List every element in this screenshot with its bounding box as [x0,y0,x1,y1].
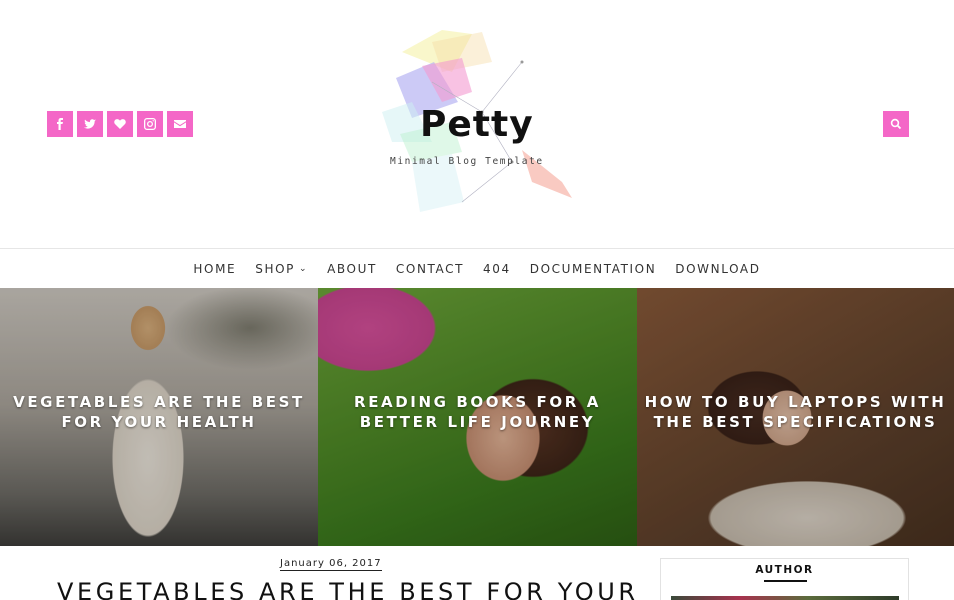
widget-title-underline [764,580,807,582]
nav-item-shop[interactable]: SHOP ⌄ [255,262,308,276]
nav-item-home[interactable]: HOME [193,262,236,276]
nav-item-label: DOCUMENTATION [529,261,657,276]
site-logo[interactable]: Petty Minimal Blog Template [372,22,582,222]
nav-item-label: ABOUT [327,261,377,276]
chevron-down-icon: ⌄ [298,263,309,274]
nav-item-404[interactable]: 404 [483,262,511,276]
envelope-icon[interactable] [167,111,193,137]
instagram-icon[interactable] [137,111,163,137]
nav-item-label: HOME [193,261,237,276]
featured-slide[interactable]: HOW TO BUY LAPTOPS WITH THE BEST SPECIFI… [637,288,954,546]
nav-item-label: DOWNLOAD [675,261,761,276]
twitter-icon[interactable] [77,111,103,137]
featured-slide[interactable]: VEGETABLES ARE THE BEST FOR YOUR HEALTH [0,288,318,546]
logo-text: Petty [420,104,534,145]
post-date: January 06, 2017 [280,558,382,571]
social-links [47,111,193,137]
nav-item-label: 404 [483,261,511,276]
site-header: Petty Minimal Blog Template [0,0,954,248]
author-image [671,596,899,600]
nav-item-label: SHOP [255,261,295,276]
nav-item-about[interactable]: ABOUT [327,262,377,276]
post-title[interactable]: VEGETABLES ARE THE BEST FOR YOUR [57,578,639,600]
nav-item-documentation[interactable]: DOCUMENTATION [530,262,657,276]
slide-title: HOW TO BUY LAPTOPS WITH THE BEST SPECIFI… [644,393,947,431]
featured-slide[interactable]: READING BOOKS FOR A BETTER LIFE JOURNEY [318,288,637,546]
logo-tagline: Minimal Blog Template [390,156,544,167]
widget-title: AUTHOR [755,564,814,576]
main-navigation: HOME SHOP ⌄ ABOUT CONTACT 404 DOCUMENTATI… [0,248,954,288]
author-widget: AUTHOR [660,558,909,600]
nav-item-label: CONTACT [395,261,465,276]
heart-icon[interactable] [107,111,133,137]
facebook-icon[interactable] [47,111,73,137]
slide-title: READING BOOKS FOR A BETTER LIFE JOURNEY [354,393,601,431]
nav-item-contact[interactable]: CONTACT [396,262,464,276]
search-icon [890,118,902,130]
featured-slider: VEGETABLES ARE THE BEST FOR YOUR HEALTH … [0,288,954,546]
nav-item-download[interactable]: DOWNLOAD [675,262,760,276]
search-button[interactable] [883,111,909,137]
slide-title: VEGETABLES ARE THE BEST FOR YOUR HEALTH [13,393,305,431]
